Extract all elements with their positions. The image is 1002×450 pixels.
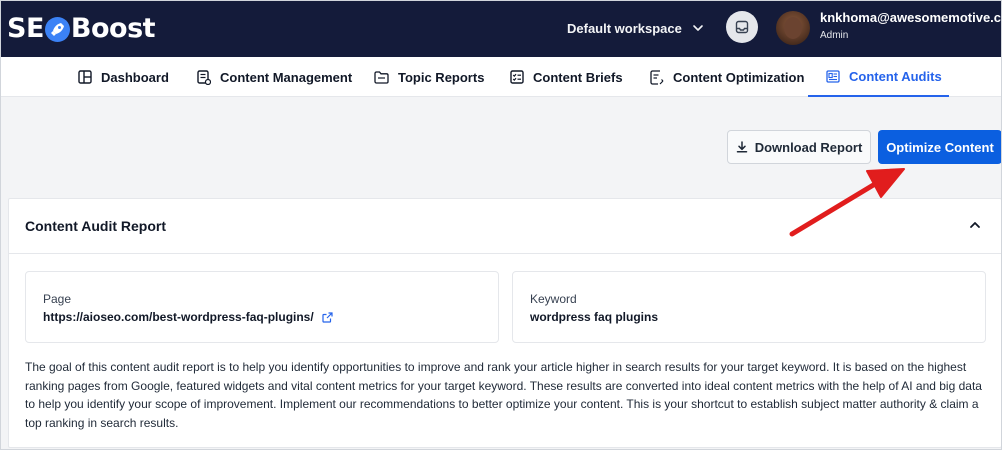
chevron-down-icon <box>693 25 703 31</box>
tab-content-briefs-label: Content Briefs <box>533 69 623 85</box>
download-report-button[interactable]: Download Report <box>727 130 871 164</box>
optimize-content-button[interactable]: Optimize Content <box>878 130 1001 164</box>
tab-content-audits-label: Content Audits <box>849 68 942 84</box>
tab-topic-reports[interactable]: Topic Reports <box>374 57 484 97</box>
page-info-box: Page https://aioseo.com/best-wordpress-f… <box>25 271 499 343</box>
tab-content-management-label: Content Management <box>220 69 353 85</box>
workspace-label: Default workspace <box>567 20 682 36</box>
keyword-value: wordpress faq plugins <box>530 310 659 324</box>
external-link-icon[interactable] <box>322 311 333 323</box>
user-role: Admin <box>820 30 849 41</box>
page-value: https://aioseo.com/best-wordpress-faq-pl… <box>43 310 333 324</box>
workspace-selector[interactable]: Default workspace <box>567 17 704 39</box>
card-title: Content Audit Report <box>25 218 167 234</box>
page-label: Page <box>43 292 72 306</box>
top-bar: SE Boost Default workspace knkhoma@aweso… <box>1 1 1002 57</box>
page-url[interactable]: https://aioseo.com/best-wordpress-faq-pl… <box>43 310 314 324</box>
inbox-icon <box>735 20 749 34</box>
download-icon <box>736 141 747 153</box>
download-report-label: Download Report <box>754 139 863 155</box>
tab-topic-reports-label: Topic Reports <box>398 69 485 85</box>
rocket-icon <box>44 16 70 42</box>
content-audit-report-card: Content Audit Report Page https://aioseo… <box>8 198 1001 448</box>
avatar-face <box>784 17 802 39</box>
tab-content-briefs[interactable]: Content Briefs <box>510 57 623 97</box>
main-nav: Dashboard Content Management Topic Repor… <box>1 57 1001 97</box>
optimize-content-label: Optimize Content <box>886 139 994 155</box>
tab-content-audits[interactable]: Content Audits <box>808 57 949 97</box>
checklist-icon <box>510 70 524 84</box>
seoboost-logo[interactable]: SE Boost <box>7 10 156 46</box>
card-header[interactable]: Content Audit Report <box>9 199 1001 254</box>
report-description: The goal of this content audit report is… <box>25 360 982 430</box>
tab-dashboard[interactable]: Dashboard <box>78 57 169 97</box>
inbox-button[interactable] <box>726 11 758 43</box>
app-window: SE Boost Default workspace knkhoma@aweso… <box>0 0 1002 450</box>
folder-icon <box>374 70 389 84</box>
tab-dashboard-label: Dashboard <box>101 69 169 85</box>
tab-content-management[interactable]: Content Management <box>197 57 352 97</box>
dashboard-icon <box>78 70 92 84</box>
chevron-up-icon[interactable] <box>969 219 981 231</box>
logo-text-post: Boost <box>70 12 156 44</box>
keyword-info-box: Keyword wordpress faq plugins <box>512 271 986 343</box>
user-email: knkhoma@awesomemotive.com <box>820 10 1002 25</box>
logo-text-pre: SE <box>7 12 44 44</box>
tab-content-optimization[interactable]: Content Optimization <box>650 57 804 97</box>
keyword-label: Keyword <box>530 292 577 306</box>
user-avatar[interactable] <box>776 11 810 45</box>
tab-content-optimization-label: Content Optimization <box>673 69 805 85</box>
content-management-icon <box>197 69 211 85</box>
audit-icon <box>826 69 840 83</box>
document-edit-icon <box>650 69 664 85</box>
